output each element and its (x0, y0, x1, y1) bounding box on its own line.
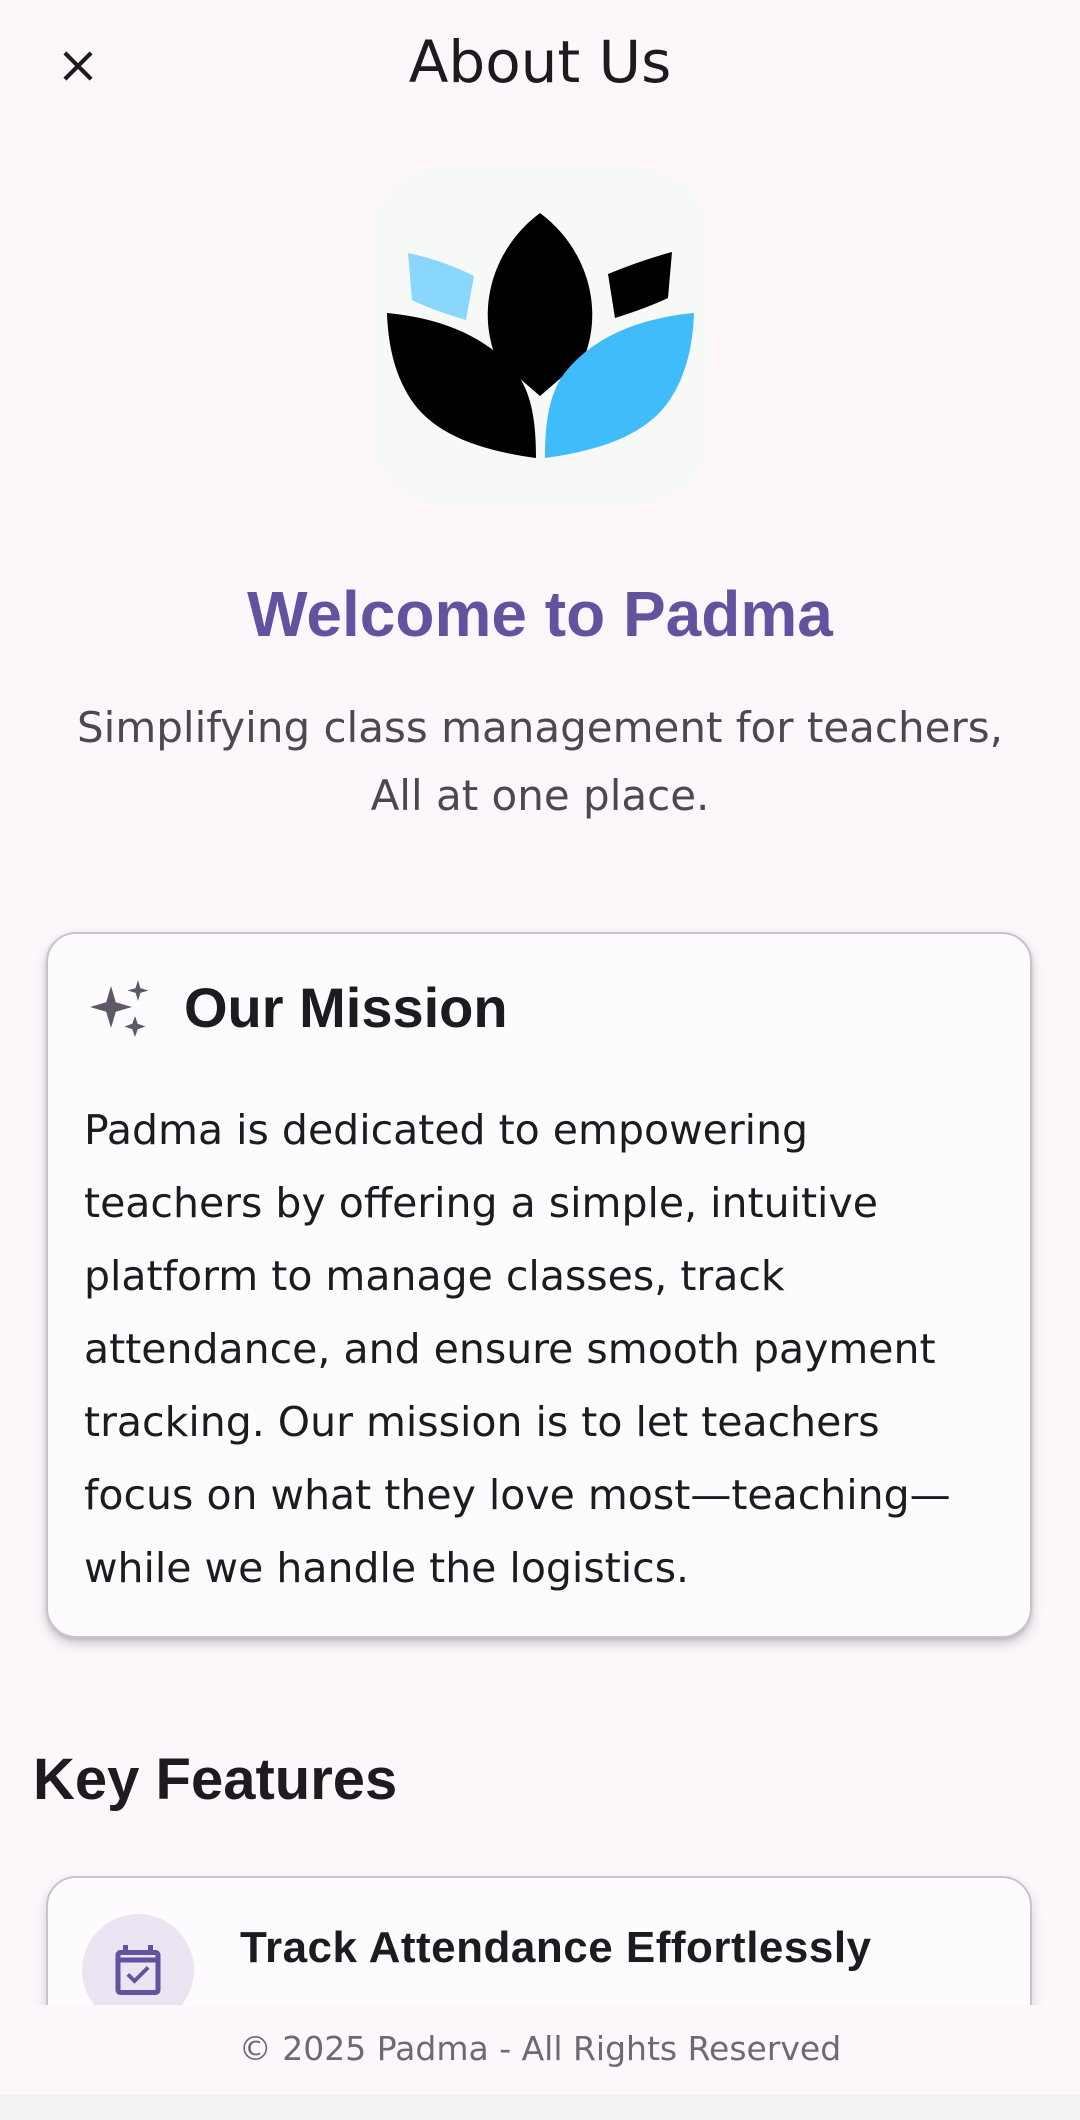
mission-line: while we handle the logistics. (84, 1544, 690, 1592)
page-title: About Us (408, 28, 672, 96)
app-logo (372, 168, 708, 504)
mission-line: tracking. Our mission is to let teachers (84, 1398, 880, 1446)
tagline: Simplifying class management for teacher… (40, 694, 1040, 830)
system-navigation-bar (0, 2095, 1080, 2120)
tagline-line: All at one place. (370, 771, 710, 820)
mission-line: platform to manage classes, track (84, 1252, 785, 1300)
mission-line: Padma is dedicated to empowering (84, 1106, 809, 1154)
sparkle-icon (90, 980, 149, 1037)
copyright-text: © 2025 Padma - All Rights Reserved (238, 2029, 842, 2068)
mission-card: Our Mission Padma is dedicated to empowe… (46, 932, 1032, 1638)
calendar-check-icon (115, 1945, 161, 1995)
welcome-heading: Welcome to Padma (247, 578, 833, 650)
footer: © 2025 Padma - All Rights Reserved (0, 2005, 1080, 2095)
feature-title: Track Attendance Effortlessly (240, 1923, 872, 1972)
mission-line: teachers by offering a simple, intuitive (84, 1179, 878, 1227)
mission-title: Our Mission (184, 976, 508, 1039)
tagline-line: Simplifying class management for teacher… (77, 703, 1003, 752)
top-app-bar: About Us (0, 0, 1080, 125)
about-us-screen: About Us Welcome to Padma Simplifying cl… (0, 0, 1080, 2120)
lotus-logo-icon (387, 213, 694, 458)
key-features-heading: Key Features (33, 1747, 398, 1812)
mission-line: focus on what they love most—teaching— (84, 1471, 951, 1519)
mission-body: Padma is dedicated to empowering teacher… (84, 1094, 1004, 1605)
mission-line: attendance, and ensure smooth payment (84, 1325, 936, 1373)
